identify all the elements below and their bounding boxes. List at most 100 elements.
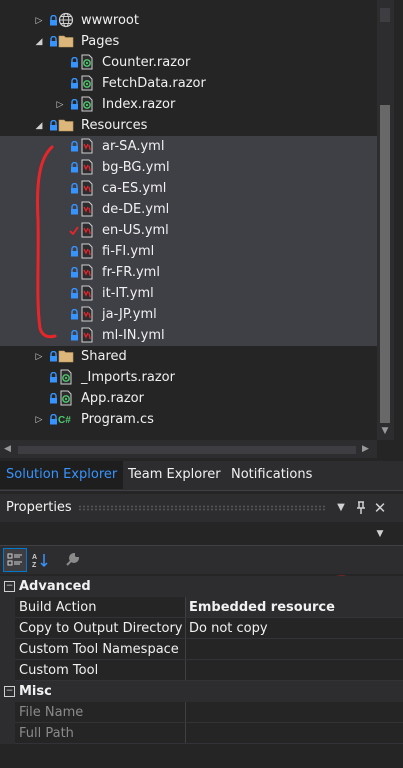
- property-value-cell[interactable]: [185, 702, 403, 723]
- lock-icon: [48, 115, 58, 136]
- property-row-custom-tool-namespace[interactable]: Custom Tool Namespace: [0, 639, 403, 660]
- lock-icon: [48, 31, 58, 52]
- collapse-toggle-icon[interactable]: −: [4, 581, 15, 592]
- collapsed-arrow-icon[interactable]: ▷: [34, 346, 44, 367]
- category-label: Misc: [19, 684, 52, 699]
- property-grid: − Advanced Build Action Embedded resourc…: [0, 576, 403, 768]
- window-menu-chevron-icon[interactable]: ▼: [332, 494, 350, 522]
- collapse-toggle-icon[interactable]: −: [4, 686, 15, 697]
- yaml-file-icon: [79, 199, 95, 220]
- tree-item-app-razor[interactable]: App.razor: [0, 388, 377, 409]
- tree-item-resources[interactable]: ◢ Resources: [0, 115, 377, 136]
- vertical-scrollbar-thumb[interactable]: [380, 105, 390, 423]
- solution-explorer-tree: ▷ wwwroot ◢ Pages Counter.razor FetchData.raz…: [0, 0, 377, 440]
- svg-text:C#: C#: [58, 415, 71, 426]
- scroll-down-arrow-icon[interactable]: ▼: [378, 424, 392, 438]
- pin-icon[interactable]: [352, 494, 370, 522]
- scroll-right-arrow-icon[interactable]: ▶: [362, 443, 372, 455]
- property-row-custom-tool[interactable]: Custom Tool: [0, 660, 403, 681]
- razor-file-icon: [79, 52, 95, 73]
- property-value-cell[interactable]: [185, 723, 403, 744]
- close-icon[interactable]: ✕: [371, 494, 389, 522]
- lock-icon: [48, 346, 58, 367]
- property-value-cell[interactable]: Do not copy: [185, 618, 403, 639]
- collapsed-arrow-icon[interactable]: ▷: [55, 94, 65, 115]
- lock-icon: [69, 52, 79, 73]
- tree-item-fr-fr-yml[interactable]: fr-FR.yml: [0, 262, 377, 283]
- yaml-file-icon: [79, 220, 95, 241]
- tree-item-en-us-yml[interactable]: en-US.yml: [0, 220, 377, 241]
- tree-item-imports-razor[interactable]: _Imports.razor: [0, 367, 377, 388]
- scroll-left-arrow-icon[interactable]: ◀: [4, 443, 14, 455]
- property-name: Custom Tool: [19, 663, 99, 678]
- property-value: Do not copy: [189, 621, 268, 636]
- object-selector-dropdown[interactable]: ▼: [0, 523, 403, 546]
- yaml-file-icon: [79, 136, 95, 157]
- chevron-down-icon[interactable]: ▼: [373, 523, 387, 545]
- folder-icon: [58, 346, 74, 367]
- drag-grip[interactable]: [78, 505, 326, 511]
- tree-item-bg-bg-yml[interactable]: bg-BG.yml: [0, 157, 377, 178]
- lock-icon: [69, 157, 79, 178]
- tree-item-fi-fi-yml[interactable]: fi-FI.yml: [0, 241, 377, 262]
- tab-team-explorer[interactable]: Team Explorer: [122, 461, 227, 489]
- lock-icon: [48, 10, 58, 31]
- vertical-scrollbar-top: [380, 8, 390, 22]
- horizontal-scrollbar-thumb[interactable]: [18, 446, 356, 454]
- tree-item-ja-jp-yml[interactable]: ja-JP.yml: [0, 304, 377, 325]
- tab-notifications[interactable]: Notifications: [225, 461, 318, 489]
- tree-item-shared[interactable]: ▷ Shared: [0, 346, 377, 367]
- tree-item-label: App.razor: [81, 391, 144, 406]
- tree-item-it-it-yml[interactable]: it-IT.yml: [0, 283, 377, 304]
- category-advanced[interactable]: − Advanced: [0, 576, 403, 597]
- category-label: Advanced: [19, 579, 91, 594]
- tree-item-label: Shared: [81, 349, 127, 364]
- property-row-copy-to-output[interactable]: Copy to Output Directory Do not copy: [0, 618, 403, 639]
- tab-solution-explorer[interactable]: Solution Explorer: [0, 461, 124, 489]
- collapsed-arrow-icon[interactable]: ▷: [34, 409, 44, 430]
- property-row-build-action[interactable]: Build Action Embedded resource: [0, 597, 403, 618]
- property-value-cell[interactable]: Embedded resource: [185, 597, 403, 618]
- tree-item-de-de-yml[interactable]: de-DE.yml: [0, 199, 377, 220]
- property-value-cell[interactable]: [185, 660, 403, 681]
- tool-window-tabs: Solution Explorer Team Explorer Notifica…: [0, 461, 403, 491]
- yaml-file-icon: [79, 241, 95, 262]
- razor-file-icon: [79, 94, 95, 115]
- collapsed-arrow-icon[interactable]: ▷: [34, 10, 44, 31]
- globe-icon: [58, 10, 74, 31]
- lock-icon: [69, 136, 79, 157]
- tree-item-label: Resources: [81, 118, 148, 133]
- expanded-arrow-icon[interactable]: ◢: [34, 31, 44, 52]
- tree-item-counter-razor[interactable]: Counter.razor: [0, 52, 377, 73]
- tree-item-ml-in-yml[interactable]: ml-IN.yml: [0, 325, 377, 346]
- property-row-file-name[interactable]: File Name: [0, 702, 403, 723]
- tree-item-ar-sa-yml[interactable]: ar-SA.yml: [0, 136, 377, 157]
- lock-icon: [48, 409, 58, 430]
- tree-item-label: ml-IN.yml: [102, 328, 165, 343]
- tree-item-ca-es-yml[interactable]: ca-ES.yml: [0, 178, 377, 199]
- alphabetical-view-button[interactable]: A Z: [30, 549, 52, 571]
- expanded-arrow-icon[interactable]: ◢: [34, 115, 44, 136]
- tree-item-program-cs[interactable]: ▷ C# Program.cs: [0, 409, 377, 430]
- lock-icon: [48, 388, 58, 409]
- property-value-cell[interactable]: [185, 639, 403, 660]
- tree-item-wwwroot[interactable]: ▷ wwwroot: [0, 10, 377, 31]
- lock-icon: [69, 199, 79, 220]
- categorized-view-button[interactable]: [3, 548, 27, 572]
- tree-item-label: Index.razor: [102, 97, 176, 112]
- tree-item-fetchdata-razor[interactable]: FetchData.razor: [0, 73, 377, 94]
- tree-item-label: de-DE.yml: [102, 202, 170, 217]
- tree-item-label: Program.cs: [81, 412, 154, 427]
- lock-icon: [48, 367, 58, 388]
- lock-icon: [69, 325, 79, 346]
- svg-text:A: A: [32, 554, 37, 561]
- property-pages-button[interactable]: [61, 549, 83, 571]
- lock-icon: [69, 283, 79, 304]
- category-misc[interactable]: − Misc: [0, 681, 403, 702]
- tree-item-index-razor[interactable]: ▷ Index.razor: [0, 94, 377, 115]
- property-name: Full Path: [19, 726, 74, 741]
- razor-file-icon: [58, 367, 74, 388]
- tree-item-pages[interactable]: ◢ Pages: [0, 31, 377, 52]
- property-row-full-path[interactable]: Full Path: [0, 723, 403, 744]
- lock-icon: [69, 241, 79, 262]
